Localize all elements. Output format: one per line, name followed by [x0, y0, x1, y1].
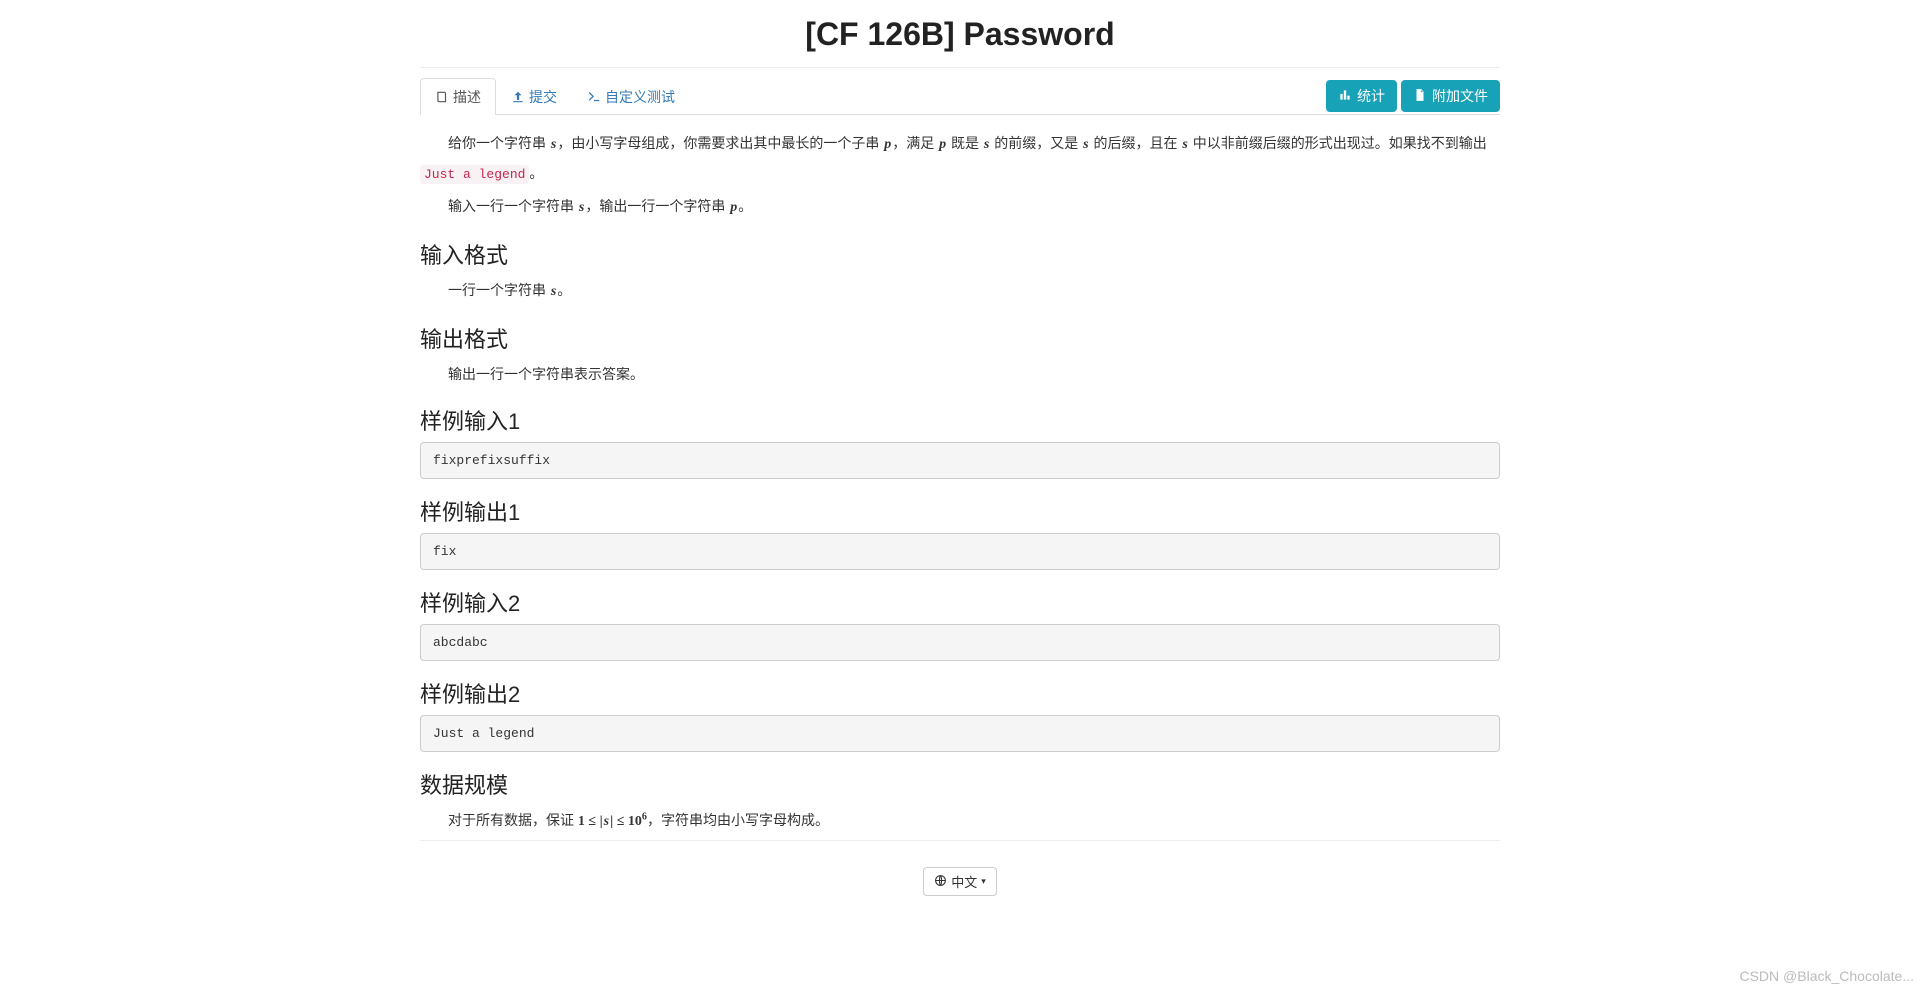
action-buttons: 统计 附加文件	[1326, 80, 1500, 112]
globe-icon	[934, 874, 947, 890]
section-sample-input-1: 样例输入1	[420, 404, 1500, 436]
tab-label: 自定义测试	[605, 87, 675, 107]
button-label: 统计	[1357, 86, 1385, 106]
io-summary: 输入一行一个字符串 s，输出一行一个字符串 p。	[420, 192, 1500, 222]
section-sample-output-2: 样例输出2	[420, 677, 1500, 709]
caret-down-icon: ▾	[981, 876, 986, 887]
tab-row: 描述 提交 自定义测试 统计	[420, 78, 1500, 115]
watermark: CSDN @Black_Chocolate...	[1739, 968, 1914, 984]
tab-submit[interactable]: 提交	[496, 78, 572, 115]
sample-input-2: abcdabc	[420, 624, 1500, 661]
sample-output-2: Just a legend	[420, 715, 1500, 752]
button-label: 附加文件	[1432, 86, 1488, 106]
language-switch-button[interactable]: 中文 ▾	[923, 867, 997, 896]
divider-bottom	[420, 840, 1500, 841]
output-format-text: 输出一行一个字符串表示答案。	[420, 360, 1500, 388]
section-output-format: 输出格式	[420, 322, 1500, 354]
data-scale-text: 对于所有数据，保证 1 ≤ |s| ≤ 106，字符串均由小写字母构成。	[420, 806, 1500, 836]
tab-label: 提交	[529, 87, 557, 107]
tab-custom-test[interactable]: 自定义测试	[572, 78, 690, 115]
page-title: [CF 126B] Password	[420, 16, 1500, 53]
upload-icon	[511, 90, 525, 104]
file-icon	[1413, 88, 1427, 105]
code-literal: Just a legend	[420, 165, 529, 184]
problem-statement: 给你一个字符串 s，由小写字母组成，你需要求出其中最长的一个子串 p，满足 p …	[420, 129, 1500, 188]
sample-input-1: fixprefixsuffix	[420, 442, 1500, 479]
problem-content: 给你一个字符串 s，由小写字母组成，你需要求出其中最长的一个子串 p，满足 p …	[420, 129, 1500, 836]
stats-button[interactable]: 统计	[1326, 80, 1397, 112]
tab-label: 描述	[453, 87, 481, 107]
book-icon	[435, 90, 449, 104]
language-label: 中文	[951, 872, 977, 891]
tab-describe[interactable]: 描述	[420, 78, 496, 115]
input-format-text: 一行一个字符串 s。	[420, 276, 1500, 306]
attach-button[interactable]: 附加文件	[1401, 80, 1500, 112]
sample-output-1: fix	[420, 533, 1500, 570]
terminal-icon	[587, 90, 601, 104]
bar-chart-icon	[1338, 88, 1352, 105]
divider	[420, 67, 1500, 68]
section-input-format: 输入格式	[420, 238, 1500, 270]
section-data-scale: 数据规模	[420, 768, 1500, 800]
section-sample-input-2: 样例输入2	[420, 586, 1500, 618]
language-footer: 中文 ▾	[420, 867, 1500, 896]
section-sample-output-1: 样例输出1	[420, 495, 1500, 527]
